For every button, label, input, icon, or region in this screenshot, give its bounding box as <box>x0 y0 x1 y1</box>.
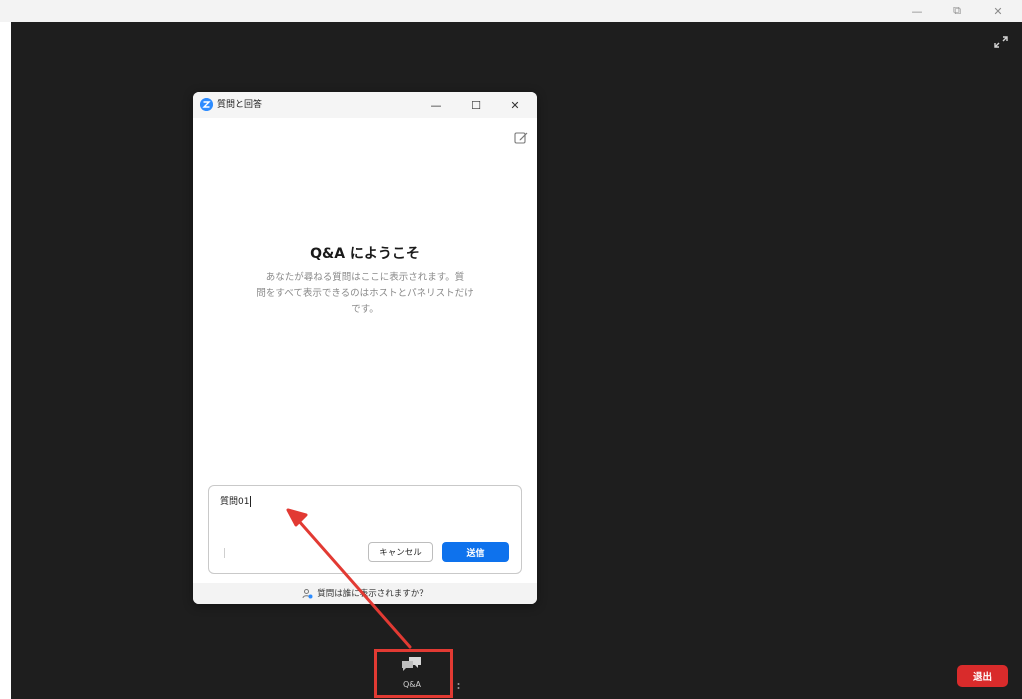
edit-icon[interactable] <box>513 130 529 146</box>
host-close-button[interactable]: ✕ <box>986 3 1010 19</box>
visibility-info-text: 質問は誰に表示されますか？ <box>317 588 428 599</box>
qa-chat-icon <box>402 657 421 671</box>
person-icon <box>302 589 313 599</box>
welcome-body: あなたが尋ねる質問はここに表示されます。質 問をすべて表示できるのはホストとパネ… <box>237 270 493 318</box>
expand-icon[interactable] <box>992 34 1010 50</box>
leave-button[interactable]: 退出 <box>957 665 1008 687</box>
send-button[interactable]: 送信 <box>442 542 509 562</box>
host-minimize-button[interactable]: — <box>905 3 929 19</box>
more-options-icon[interactable] <box>457 682 460 692</box>
welcome-title: Q&A にようこそ <box>310 246 420 262</box>
cancel-button[interactable]: キャンセル <box>368 542 433 562</box>
question-input-text: 質問01 <box>220 495 252 509</box>
dialog-minimize-button[interactable]: — <box>425 96 447 114</box>
compose-divider <box>224 548 225 558</box>
host-titlebar: — ⧉ ✕ <box>0 0 1022 22</box>
dialog-titlebar: 質問と回答 — ☐ ✕ <box>193 92 537 118</box>
screen: — ⧉ ✕ 質問と回答 — ☐ ✕ Q&A にようこそ あなたが尋ねる質問はここ… <box>0 0 1022 699</box>
host-restore-button[interactable]: ⧉ <box>945 3 969 19</box>
welcome-body-line: あなたが尋ねる質問はここに表示されます。質 <box>265 272 465 283</box>
visibility-info-link[interactable]: 質問は誰に表示されますか？ <box>193 583 537 604</box>
question-input-value: 質問01 <box>220 497 250 507</box>
dialog-maximize-button[interactable]: ☐ <box>465 96 487 114</box>
welcome-body-line: です。 <box>351 304 379 315</box>
qa-toolbar-button[interactable]: Q&A <box>390 652 434 696</box>
question-input[interactable]: 質問01 キャンセル 送信 <box>208 485 522 574</box>
zoom-logo-icon <box>200 98 213 111</box>
text-caret <box>250 496 252 507</box>
qa-dialog: 質問と回答 — ☐ ✕ Q&A にようこそ あなたが尋ねる質問はここに表示されま… <box>193 92 537 604</box>
dialog-title: 質問と回答 <box>217 100 263 110</box>
dialog-close-button[interactable]: ✕ <box>504 96 526 114</box>
qa-toolbar-label: Q&A <box>402 680 421 689</box>
welcome-body-line: 問をすべて表示できるのはホストとパネリストだけ <box>256 288 474 299</box>
